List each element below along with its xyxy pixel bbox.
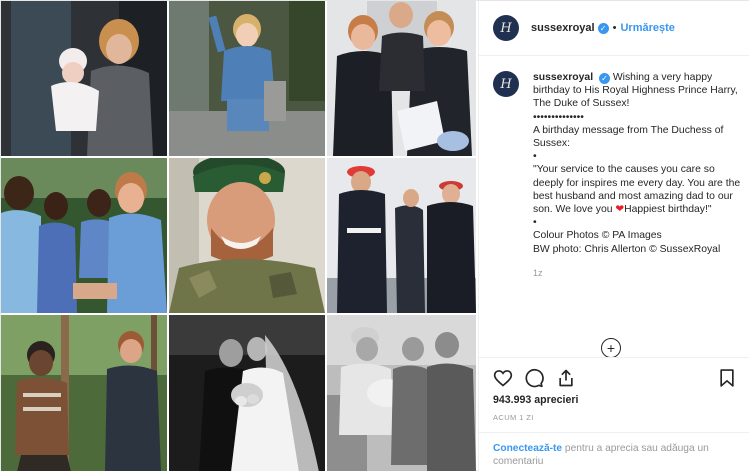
follow-button[interactable]: Urmărește — [620, 22, 674, 34]
caption-line-message-intro: A birthday message from The Duchess of S… — [533, 124, 724, 150]
photo-boy-waving — [169, 1, 325, 156]
post-sidebar: H sussexroyal ✓ • Urmărește H sussexroya… — [478, 1, 749, 471]
login-to-comment-prompt: Conectează-te pentru a aprecia sau adăug… — [479, 432, 749, 471]
instagram-post: H sussexroyal ✓ • Urmărește H sussexroya… — [0, 0, 749, 471]
login-link[interactable]: Conectează-te — [493, 443, 562, 454]
post-timestamp[interactable]: ACUM 1 ZI — [493, 413, 534, 422]
avatar-monogram: H — [500, 76, 512, 92]
author-username[interactable]: sussexroyal — [531, 22, 595, 34]
caption-comment: H sussexroyal ✓ Wishing a very happy bir… — [493, 71, 743, 278]
load-more-comments-button[interactable]: + — [601, 338, 621, 358]
comment-bubble-icon[interactable] — [524, 368, 544, 388]
caption-line-happiest: Happiest birthday!" — [624, 204, 712, 216]
caption-text: sussexroyal ✓ Wishing a very happy birth… — [533, 71, 743, 256]
photo-baby-visit-bw — [327, 315, 476, 471]
likes-count[interactable]: 943.993 aprecieri — [493, 394, 578, 406]
photo-soldier-green-beret — [169, 158, 325, 313]
photo-children-group — [1, 158, 167, 313]
author-avatar[interactable]: H — [493, 15, 519, 41]
photo-baby-with-mother — [1, 1, 167, 156]
heart-outline-icon[interactable] — [493, 368, 513, 388]
share-icon[interactable] — [556, 368, 576, 388]
post-header: H sussexroyal ✓ • Urmărește — [479, 1, 749, 56]
photo-wedding-bw — [169, 315, 325, 471]
verified-badge-icon: ✓ — [598, 73, 610, 84]
caption-line-bullet-2: • — [533, 217, 537, 229]
post-image-collage[interactable] — [1, 1, 476, 471]
verified-badge-icon: ✓ — [597, 22, 609, 34]
caption-timestamp[interactable]: 1z — [533, 268, 743, 278]
red-heart-emoji-icon: ❤ — [615, 204, 625, 216]
photo-boys-in-suits — [327, 1, 476, 156]
photo-forest-meeting — [1, 315, 167, 471]
caption-line-dots: •••••••••••••• — [533, 111, 584, 123]
caption-username[interactable]: sussexroyal — [533, 72, 593, 83]
separator-dot: • — [612, 22, 617, 34]
caption-line-bw-credit: BW photo: Chris Allerton © SussexRoyal — [533, 243, 721, 255]
avatar-monogram: H — [500, 20, 512, 36]
caption-line-photo-credit: Colour Photos © PA Images — [533, 230, 662, 242]
caption-line-bullet: • — [533, 151, 537, 163]
caption-author-avatar[interactable]: H — [493, 71, 519, 97]
photo-guards-ceremony — [327, 158, 476, 313]
bookmark-icon[interactable] — [717, 368, 737, 388]
action-bar — [479, 357, 749, 391]
